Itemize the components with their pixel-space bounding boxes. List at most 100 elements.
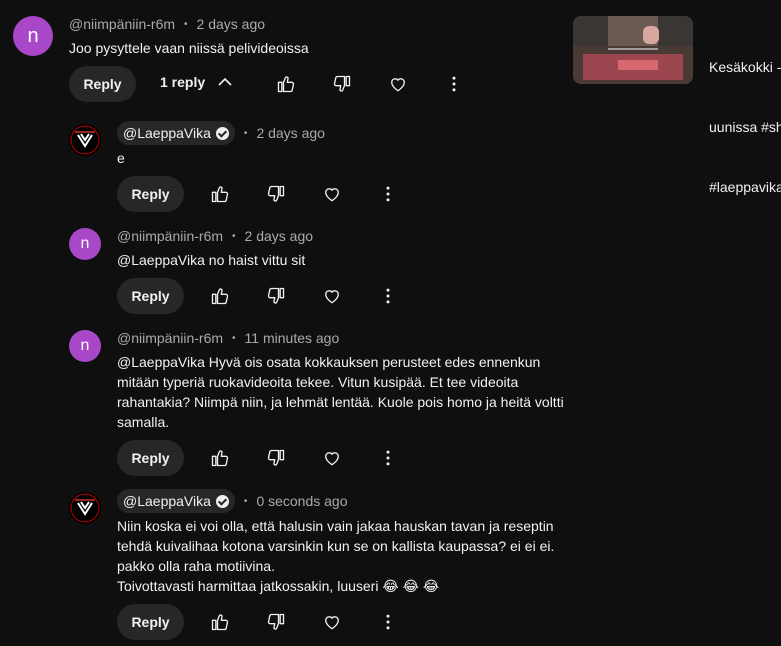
- heart-icon: [325, 452, 339, 466]
- comment-text: @LaeppaVika Hyvä ois osata kokkauksen pe…: [117, 352, 577, 432]
- replies-count: 1 reply: [160, 74, 206, 90]
- thumb-down-icon: [333, 75, 351, 92]
- heart-button[interactable]: [312, 602, 352, 642]
- comment-text-line: mitään typeriä ruokavideoita tekee. Vitu…: [117, 374, 519, 390]
- comment-header: @LaeppaVika • 2 days ago: [117, 121, 325, 145]
- separator-dot: •: [232, 230, 236, 242]
- comment-header: @niimpäniin-r6m • 11 minutes ago: [117, 330, 339, 346]
- reply-button[interactable]: Reply: [117, 604, 184, 640]
- comment-actions: Reply: [69, 66, 136, 102]
- video-title[interactable]: Kesäkokki - uunissa #sh #laeppavika: [709, 17, 781, 217]
- thumb-down-icon: [267, 185, 285, 202]
- comment-text-line: @LaeppaVika Hyvä ois osata kokkauksen pe…: [117, 354, 541, 370]
- comment-actions: Reply: [117, 604, 184, 640]
- more-actions-button[interactable]: [368, 602, 408, 642]
- heart-button[interactable]: [378, 64, 418, 104]
- separator-dot: •: [184, 18, 188, 30]
- dislike-button[interactable]: [322, 64, 362, 104]
- avatar-letter: n: [80, 337, 90, 354]
- comment-text: @LaeppaVika no haist vittu sit: [117, 252, 306, 268]
- author-name[interactable]: @niimpäniin-r6m: [117, 330, 223, 346]
- chevron-up-icon: [218, 77, 232, 86]
- separator-dot: •: [232, 332, 236, 344]
- comment-text-line: Niin koska ei voi olla, että halusin vai…: [117, 518, 554, 534]
- thumb-down-icon: [267, 449, 285, 466]
- like-button[interactable]: [200, 602, 240, 642]
- dislike-button[interactable]: [256, 174, 296, 214]
- comment-actions: Reply: [117, 278, 184, 314]
- thumb-down-icon: [267, 613, 285, 630]
- comment-actions: Reply: [117, 176, 184, 212]
- more-vert-icon: [386, 186, 390, 202]
- like-button[interactable]: [200, 174, 240, 214]
- thumbnail-image: [573, 16, 693, 84]
- timestamp[interactable]: 11 minutes ago: [245, 330, 340, 346]
- thumb-up-icon: [277, 76, 295, 93]
- avatar[interactable]: n: [13, 16, 53, 56]
- comment-text: Joo pysyttele vaan niissä pelivideoissa: [69, 40, 309, 56]
- comment-header: @LaeppaVika • 0 seconds ago: [117, 489, 348, 513]
- author-name[interactable]: @niimpäniin-r6m: [69, 16, 175, 32]
- avatar-letter: n: [27, 24, 39, 47]
- dislike-button[interactable]: [256, 438, 296, 478]
- replies-toggle[interactable]: 1 reply: [160, 74, 233, 90]
- comment-text-line: rahantakia? Niimpä niin, ja lehmät lentä…: [117, 394, 564, 410]
- video-thumbnail[interactable]: [573, 16, 693, 84]
- comment-header: @niimpäniin-r6m • 2 days ago: [69, 16, 265, 32]
- avatar[interactable]: n: [69, 228, 101, 260]
- reply-button[interactable]: Reply: [117, 440, 184, 476]
- reply-button[interactable]: Reply: [117, 278, 184, 314]
- author-chip[interactable]: @LaeppaVika: [117, 489, 235, 513]
- avatar-letter: n: [80, 235, 90, 252]
- separator-dot: •: [243, 495, 248, 507]
- reply-button[interactable]: Reply: [69, 66, 136, 102]
- more-actions-button[interactable]: [368, 174, 408, 214]
- verified-icon: [215, 126, 229, 140]
- separator-dot: •: [243, 127, 248, 139]
- comment-text-line: tehdä kuivalihaa kotona varsinkin kun se…: [117, 538, 555, 554]
- video-title-line: Kesäkokki -: [709, 59, 781, 75]
- heart-icon: [325, 616, 339, 630]
- heart-button[interactable]: [312, 438, 352, 478]
- like-button[interactable]: [200, 276, 240, 316]
- author-name[interactable]: @niimpäniin-r6m: [117, 228, 223, 244]
- avatar[interactable]: [69, 492, 101, 524]
- more-vert-icon: [386, 288, 390, 304]
- heart-icon: [325, 188, 339, 202]
- avatar[interactable]: n: [69, 330, 101, 362]
- timestamp[interactable]: 2 days ago: [197, 16, 266, 32]
- dislike-button[interactable]: [256, 276, 296, 316]
- channel-logo-icon: [69, 492, 101, 524]
- timestamp[interactable]: 2 days ago: [245, 228, 314, 244]
- thumb-up-icon: [211, 288, 229, 305]
- video-title-line: uunissa #sh: [709, 119, 781, 135]
- thumb-up-icon: [211, 450, 229, 467]
- timestamp[interactable]: 0 seconds ago: [256, 493, 347, 509]
- comment-actions: Reply: [117, 440, 184, 476]
- comment-text-line: Toivottavasti harmittaa jatkossakin, luu…: [117, 578, 440, 594]
- comment-text: Niin koska ei voi olla, että halusin vai…: [117, 516, 577, 596]
- more-vert-icon: [386, 614, 390, 630]
- thumb-up-icon: [211, 614, 229, 631]
- avatar[interactable]: [69, 124, 101, 156]
- video-title-line: #laeppavika: [709, 179, 781, 195]
- more-actions-button[interactable]: [368, 276, 408, 316]
- thumb-up-icon: [211, 186, 229, 203]
- timestamp[interactable]: 2 days ago: [256, 125, 325, 141]
- comment-header: @niimpäniin-r6m • 2 days ago: [117, 228, 313, 244]
- like-button[interactable]: [200, 438, 240, 478]
- comment-text: e: [117, 150, 125, 166]
- heart-button[interactable]: [312, 174, 352, 214]
- comment-text-line: samalla.: [117, 414, 170, 430]
- reply-button[interactable]: Reply: [117, 176, 184, 212]
- like-button[interactable]: [266, 64, 306, 104]
- more-actions-button[interactable]: [434, 64, 474, 104]
- author-chip[interactable]: @LaeppaVika: [117, 121, 235, 145]
- heart-icon: [391, 78, 405, 92]
- channel-logo-icon: [69, 124, 101, 156]
- heart-button[interactable]: [312, 276, 352, 316]
- dislike-button[interactable]: [256, 602, 296, 642]
- author-name: @LaeppaVika: [123, 493, 211, 509]
- heart-icon: [325, 290, 339, 304]
- more-actions-button[interactable]: [368, 438, 408, 478]
